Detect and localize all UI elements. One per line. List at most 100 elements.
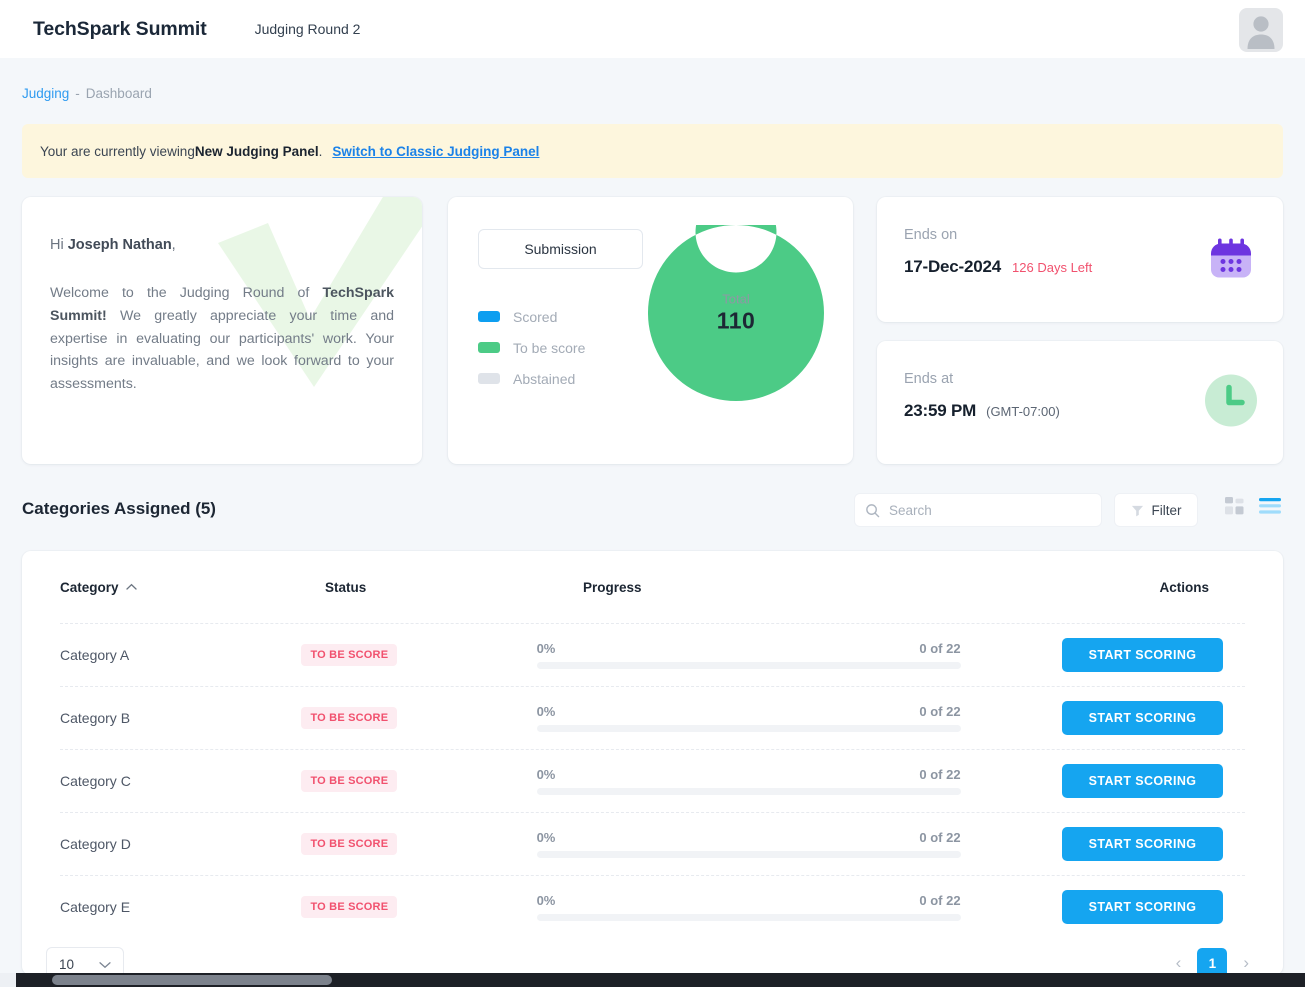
ends-on-label: Ends on — [904, 227, 958, 243]
donut-total-value: 110 — [716, 307, 756, 334]
user-avatar-placeholder-icon — [1247, 16, 1275, 49]
legend-swatch-scored — [478, 311, 500, 322]
list-view-icon[interactable] — [1259, 498, 1281, 520]
progress-bar-track — [536, 788, 961, 795]
ends-at-label: Ends at — [904, 371, 954, 387]
cell-status: TO BE SCORE — [301, 707, 536, 729]
page-title: Categories Assigned (5) — [22, 499, 216, 518]
cell-status: TO BE SCORE — [301, 896, 536, 918]
status-badge: TO BE SCORE — [301, 644, 398, 666]
start-scoring-button[interactable]: START SCORING — [1062, 890, 1223, 924]
cell-progress: 0% 0 of 22 — [536, 767, 1062, 795]
progress-count: 0 of 22 — [919, 641, 961, 656]
chevron-left-icon[interactable]: ‹ — [1176, 953, 1182, 973]
legend-item-to-be-score[interactable]: To be score — [478, 332, 585, 363]
horizontal-scrollbar[interactable] — [0, 973, 1305, 987]
submission-chart-card: Submission Scored To be score Abstained … — [448, 191, 853, 464]
cell-progress: 0% 0 of 22 — [536, 830, 1062, 858]
progress-percent: 0% — [536, 893, 556, 908]
cell-category: Category E — [60, 899, 131, 915]
column-header-category-label: Category — [60, 579, 119, 595]
scrollbar-thumb[interactable] — [52, 975, 332, 985]
breadcrumb: Judging - Dashboard — [22, 86, 152, 101]
judging-dashboard-page: TechSpark Summit Judging Round 2 Judging… — [0, 0, 1305, 987]
legend-label-abstained: Abstained — [513, 370, 576, 387]
breadcrumb-separator: - — [75, 86, 80, 101]
ends-on-value-row: 17-Dec-2024 126 Days Left — [904, 257, 1092, 277]
greeting-prefix: Hi — [50, 237, 68, 253]
ends-at-time: 23:59 PM — [904, 401, 977, 420]
page-size-value: 10 — [59, 957, 75, 972]
days-left-badge: 126 Days Left — [1012, 260, 1093, 275]
cell-progress: 0% 0 of 22 — [536, 893, 1062, 921]
start-scoring-button[interactable]: START SCORING — [1062, 638, 1223, 672]
welcome-greeting: Hi Joseph Nathan, — [50, 237, 394, 253]
submission-donut-chart: Total 110 — [647, 191, 824, 401]
column-header-progress: Progress — [582, 579, 642, 595]
legend-item-scored[interactable]: Scored — [478, 301, 585, 332]
chart-legend: Scored To be score Abstained — [478, 301, 585, 394]
breadcrumb-link-judging[interactable]: Judging — [22, 86, 69, 101]
chevron-right-icon[interactable]: › — [1243, 953, 1249, 973]
search-box[interactable] — [854, 493, 1102, 527]
chevron-up-icon — [125, 583, 137, 590]
clock-icon — [1205, 374, 1257, 431]
welcome-message-body: Welcome to the Judging Round of TechSpar… — [50, 282, 394, 396]
cell-category: Category D — [60, 836, 131, 852]
switch-to-classic-panel-link[interactable]: Switch to Classic Judging Panel — [332, 144, 539, 159]
grid-view-icon[interactable] — [1225, 497, 1244, 521]
table-row[interactable]: Category C TO BE SCORE 0% 0 of 22 START SCOR… — [22, 750, 1283, 812]
chevron-down-icon — [99, 961, 111, 968]
funnel-icon — [1131, 505, 1143, 516]
banner-text-bold: New Judging Panel — [194, 143, 319, 159]
column-header-category[interactable]: Category — [60, 580, 325, 595]
ends-at-card: Ends at 23:59 PM (GMT-07:00) — [877, 341, 1283, 464]
judge-name: Joseph Nathan — [67, 237, 172, 253]
calendar-icon — [1205, 231, 1257, 288]
banner-text-before: Your are currently viewing — [40, 143, 195, 159]
table-row[interactable]: Category A TO BE SCORE 0% 0 of 22 START SCOR… — [22, 624, 1283, 686]
categories-table-card: Category Status Progress Actions Categor… — [22, 551, 1283, 975]
progress-bar-track — [536, 851, 961, 858]
app-brand-title: TechSpark Summit — [33, 17, 207, 40]
status-badge: TO BE SCORE — [301, 896, 398, 918]
start-scoring-button[interactable]: START SCORING — [1062, 701, 1223, 735]
status-badge: TO BE SCORE — [301, 707, 398, 729]
legend-label-scored: Scored — [513, 308, 558, 325]
greeting-suffix: , — [171, 237, 176, 253]
submission-toggle-button[interactable]: Submission — [478, 229, 643, 269]
progress-percent: 0% — [536, 767, 556, 782]
filter-button[interactable]: Filter — [1114, 493, 1198, 527]
cell-actions: START SCORING — [1062, 890, 1245, 924]
column-header-status: Status — [324, 579, 367, 595]
search-input[interactable] — [889, 502, 1091, 518]
table-row[interactable]: Category D TO BE SCORE 0% 0 of 22 START SCOR… — [22, 813, 1283, 875]
cell-actions: START SCORING — [1062, 638, 1245, 672]
scrollbar-left-cap — [0, 973, 16, 987]
progress-count: 0 of 22 — [919, 893, 961, 908]
progress-percent: 0% — [536, 830, 556, 845]
avatar[interactable] — [1239, 8, 1283, 52]
donut-center-label-group: Total 110 — [717, 292, 756, 335]
cell-status: TO BE SCORE — [301, 833, 536, 855]
cell-progress: 0% 0 of 22 — [536, 641, 1062, 669]
table-row[interactable]: Category E TO BE SCORE 0% 0 of 22 START SCOR… — [22, 876, 1283, 938]
start-scoring-button[interactable]: START SCORING — [1062, 827, 1223, 861]
progress-bar-track — [536, 725, 961, 732]
ends-on-date: 17-Dec-2024 — [904, 257, 1002, 276]
table-row[interactable]: Category B TO BE SCORE 0% 0 of 22 START SCOR… — [22, 687, 1283, 749]
cell-status: TO BE SCORE — [301, 644, 536, 666]
progress-bar-track — [536, 914, 961, 921]
progress-count: 0 of 22 — [919, 830, 961, 845]
ends-on-card: Ends on 17-Dec-2024 126 Days Left — [877, 197, 1283, 322]
donut-total-label: Total — [722, 291, 750, 307]
cell-status: TO BE SCORE — [301, 770, 536, 792]
legend-item-abstained[interactable]: Abstained — [478, 363, 585, 394]
progress-bar-track — [536, 662, 961, 669]
ends-at-timezone: (GMT-07:00) — [986, 404, 1060, 419]
cell-category: Category B — [60, 710, 131, 726]
table-body: Category A TO BE SCORE 0% 0 of 22 START SCOR… — [22, 623, 1283, 938]
panel-switch-banner: Your are currently viewing New Judging P… — [22, 124, 1283, 178]
legend-label-to-be-score: To be score — [513, 339, 586, 356]
start-scoring-button[interactable]: START SCORING — [1062, 764, 1223, 798]
